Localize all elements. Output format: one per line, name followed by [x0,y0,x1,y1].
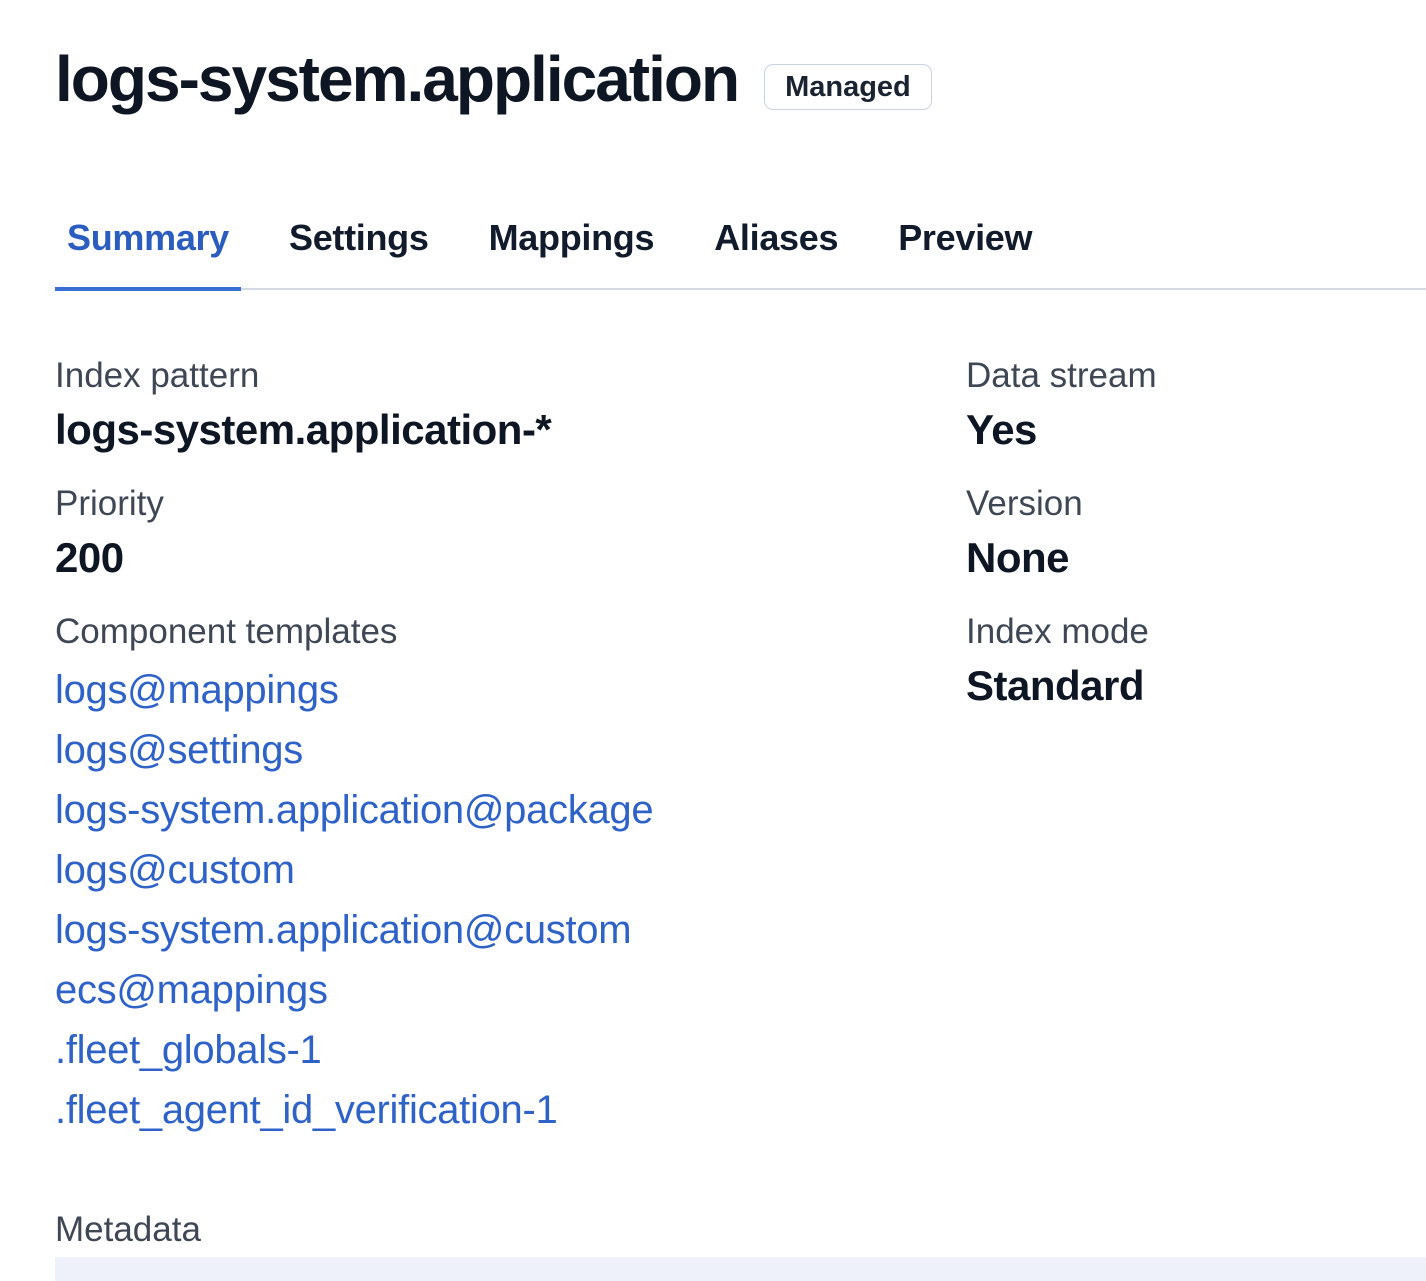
tab-settings[interactable]: Settings [277,216,441,288]
summary-panel: Index pattern logs-system.application-* … [55,354,1426,1166]
list-item: ecs@mappings [55,960,966,1020]
managed-badge: Managed [764,64,932,110]
component-templates-item: Component templates logs@mappings logs@s… [55,610,966,1140]
active-tab-underline [55,287,241,291]
list-item: logs@settings [55,720,966,780]
page-header: logs-system.application Managed [55,40,1426,118]
tab-aliases-label: Aliases [714,217,838,258]
summary-right-column: Data stream Yes Version None Index mode … [966,354,1426,1166]
index-pattern-label: Index pattern [55,354,966,398]
tab-summary[interactable]: Summary [55,216,241,288]
page-title: logs-system.application [55,40,738,118]
tab-preview[interactable]: Preview [886,216,1044,288]
priority-label: Priority [55,482,966,526]
priority-value: 200 [55,532,966,584]
tab-bar: Summary Settings Mappings Aliases Previe… [55,216,1426,290]
index-mode-value: Standard [966,660,1426,712]
version-item: Version None [966,482,1426,584]
tab-preview-label: Preview [898,217,1032,258]
summary-left-column: Index pattern logs-system.application-* … [55,354,966,1166]
metadata-section: Metadata [55,1208,1426,1281]
tab-summary-label: Summary [67,217,229,258]
priority-item: Priority 200 [55,482,966,584]
list-item: logs@custom [55,840,966,900]
tab-settings-label: Settings [289,217,429,258]
index-pattern-value: logs-system.application-* [55,404,966,456]
list-item: logs-system.application@package [55,780,966,840]
component-template-link-app-custom[interactable]: logs-system.application@custom [55,908,631,952]
tab-aliases[interactable]: Aliases [702,216,850,288]
tab-mappings-label: Mappings [489,217,655,258]
component-template-link-ecs-mappings[interactable]: ecs@mappings [55,968,328,1012]
list-item: logs-system.application@custom [55,900,966,960]
list-item: .fleet_agent_id_verification-1 [55,1080,966,1140]
tab-mappings[interactable]: Mappings [477,216,667,288]
list-item: logs@mappings [55,660,966,720]
data-stream-value: Yes [966,404,1426,456]
metadata-code-block [55,1257,1426,1281]
index-pattern-item: Index pattern logs-system.application-* [55,354,966,456]
metadata-label: Metadata [55,1208,1426,1252]
index-mode-item: Index mode Standard [966,610,1426,712]
index-template-details-page: logs-system.application Managed Summary … [0,0,1426,1281]
component-template-link-fleet-globals[interactable]: .fleet_globals-1 [55,1028,322,1072]
list-item: .fleet_globals-1 [55,1020,966,1080]
component-template-link-package[interactable]: logs-system.application@package [55,788,653,832]
component-template-link-fleet-agent-id-verification[interactable]: .fleet_agent_id_verification-1 [55,1088,557,1132]
component-template-links: logs@mappings logs@settings logs-system.… [55,660,966,1140]
component-template-link-logs-custom[interactable]: logs@custom [55,848,295,892]
data-stream-label: Data stream [966,354,1426,398]
component-template-link-logs-mappings[interactable]: logs@mappings [55,668,339,712]
index-mode-label: Index mode [966,610,1426,654]
version-value: None [966,532,1426,584]
data-stream-item: Data stream Yes [966,354,1426,456]
component-template-link-logs-settings[interactable]: logs@settings [55,728,303,772]
component-templates-label: Component templates [55,610,966,654]
version-label: Version [966,482,1426,526]
